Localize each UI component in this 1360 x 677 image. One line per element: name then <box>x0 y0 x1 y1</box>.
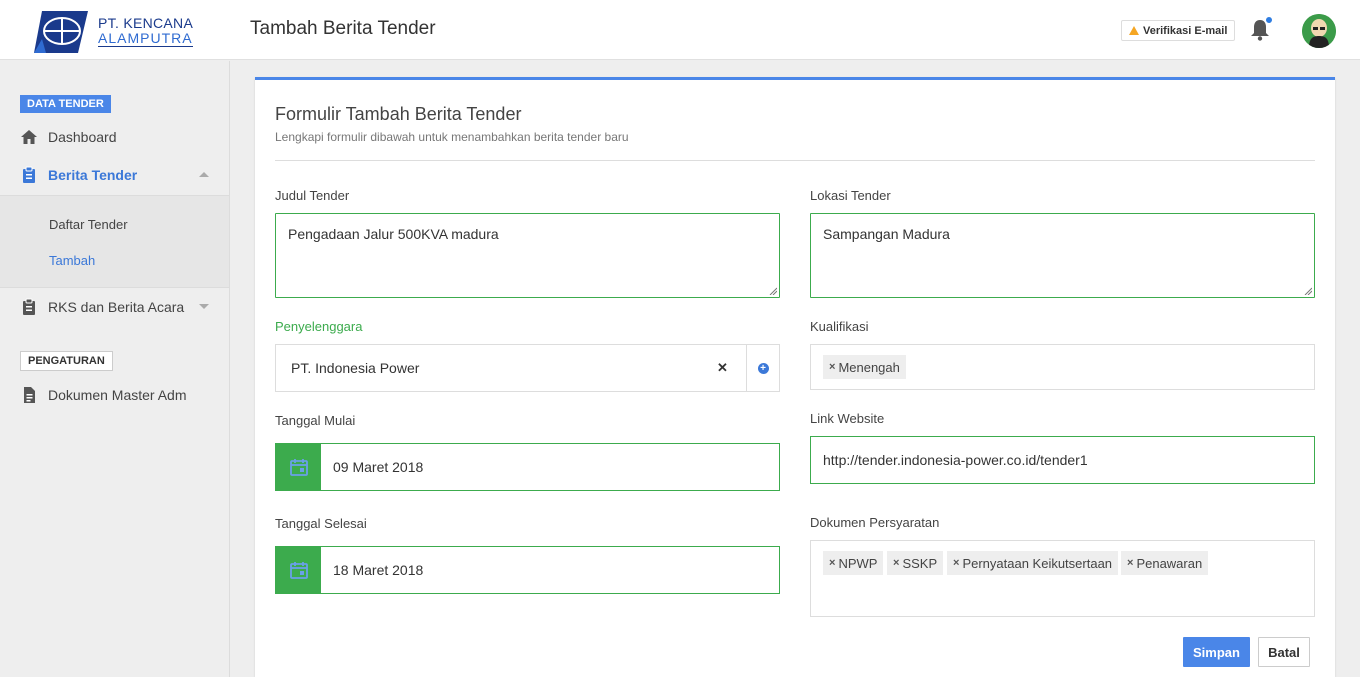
tag-chip: × SSKP <box>887 551 944 575</box>
sidebar-item-dokumen-master[interactable]: Dokumen Master Adm <box>0 377 229 413</box>
tag-label: NPWP <box>838 555 878 571</box>
dokumen-persyaratan-tag-input[interactable]: × NPWP × SSKP × Pernyataan Keikutsertaan… <box>810 540 1315 617</box>
sidebar-item-rks[interactable]: RKS dan Berita Acara <box>0 289 229 325</box>
top-bar: PT. KENCANA ALAMPUTRA Tambah Berita Tend… <box>0 0 1360 60</box>
tanggal-mulai-value: 09 Maret 2018 <box>333 459 424 475</box>
tanggal-mulai-label: Tanggal Mulai <box>275 413 356 428</box>
remove-tag-icon[interactable]: × <box>953 557 959 569</box>
avatar-icon <box>1302 14 1336 48</box>
save-button[interactable]: Simpan <box>1183 637 1250 667</box>
remove-tag-icon[interactable]: × <box>829 361 835 373</box>
clipboard-icon <box>20 166 38 184</box>
clipboard-icon <box>20 298 38 316</box>
section-label-data-tender: DATA TENDER <box>20 95 111 113</box>
form-title: Formulir Tambah Berita Tender <box>275 104 522 124</box>
company-logo[interactable]: PT. KENCANA ALAMPUTRA <box>32 9 202 55</box>
tanggal-selesai-input[interactable]: 18 Maret 2018 <box>275 546 780 594</box>
sidebar-item-dashboard[interactable]: Dashboard <box>0 119 229 155</box>
kualifikasi-label: Kualifikasi <box>810 319 869 334</box>
logo-line1: PT. KENCANA <box>98 15 194 31</box>
tanggal-mulai-input[interactable]: 09 Maret 2018 <box>275 443 780 491</box>
tag-label: Menengah <box>838 359 900 375</box>
remove-tag-icon[interactable]: × <box>893 557 899 569</box>
dokumen-persyaratan-label: Dokumen Persyaratan <box>810 515 940 530</box>
sidebar-item-daftar-tender[interactable]: Daftar Tender <box>49 217 128 232</box>
calendar-icon <box>276 444 321 490</box>
user-avatar[interactable] <box>1302 14 1336 48</box>
divider <box>275 160 1315 161</box>
sidebar-item-label: Dokumen Master Adm <box>48 387 187 403</box>
chevron-up-icon <box>199 172 209 177</box>
tag-chip: × Menengah <box>823 355 906 379</box>
penyelenggara-select[interactable]: PT. Indonesia Power ✕ + <box>275 344 780 392</box>
tag-chip: × Penawaran <box>1121 551 1209 575</box>
resize-grip-icon[interactable] <box>1304 287 1312 295</box>
document-icon <box>20 386 38 404</box>
link-website-input[interactable]: http://tender.indonesia-power.co.id/tend… <box>810 436 1315 484</box>
calendar-icon <box>276 547 321 593</box>
judul-tender-textarea[interactable]: Pengadaan Jalur 500KVA madura <box>275 213 780 298</box>
judul-tender-label: Judul Tender <box>275 188 350 203</box>
chevron-down-icon <box>199 304 209 309</box>
verify-email-button[interactable]: Verifikasi E-mail <box>1121 20 1236 41</box>
tag-chip: × NPWP <box>823 551 884 575</box>
penyelenggara-label: Penyelenggara <box>275 319 363 334</box>
sidebar-item-label: RKS dan Berita Acara <box>48 299 185 315</box>
notification-dot <box>1266 17 1272 23</box>
kualifikasi-tag-input[interactable]: × Menengah <box>810 344 1315 390</box>
page-title: Tambah Berita Tender <box>250 18 436 39</box>
berita-tender-submenu: Daftar Tender Tambah <box>0 195 229 288</box>
lokasi-tender-label: Lokasi Tender <box>810 188 891 203</box>
sidebar-item-label: Dashboard <box>48 129 117 145</box>
tag-label: Penawaran <box>1136 555 1203 571</box>
tanggal-selesai-value: 18 Maret 2018 <box>333 562 424 578</box>
logo-emblem-icon <box>34 11 88 53</box>
warning-icon <box>1129 26 1139 35</box>
lokasi-tender-value: Sampangan Madura <box>823 226 950 242</box>
logo-line2: ALAMPUTRA <box>98 30 194 47</box>
cancel-button[interactable]: Batal <box>1258 637 1310 667</box>
remove-tag-icon[interactable]: × <box>829 557 835 569</box>
judul-tender-value: Pengadaan Jalur 500KVA madura <box>288 226 499 242</box>
add-circle-icon: + <box>757 362 769 374</box>
tag-chip: × Pernyataan Keikutsertaan <box>947 551 1119 575</box>
sidebar-item-tambah[interactable]: Tambah <box>49 253 95 268</box>
section-label-pengaturan: PENGATURAN <box>20 351 113 371</box>
sidebar: DATA TENDER Dashboard Berita Tender Daft… <box>0 61 230 677</box>
lokasi-tender-textarea[interactable]: Sampangan Madura <box>810 213 1315 298</box>
clear-close-icon[interactable]: ✕ <box>717 360 728 376</box>
resize-grip-icon[interactable] <box>769 287 777 295</box>
link-website-value: http://tender.indonesia-power.co.id/tend… <box>823 452 1088 468</box>
tag-label: SSKP <box>902 555 938 571</box>
link-website-label: Link Website <box>810 411 885 426</box>
home-icon <box>20 128 38 146</box>
remove-tag-icon[interactable]: × <box>1127 557 1133 569</box>
verify-email-label: Verifikasi E-mail <box>1143 24 1228 37</box>
penyelenggara-value: PT. Indonesia Power <box>291 360 420 376</box>
tag-label: Pernyataan Keikutsertaan <box>962 555 1113 571</box>
sidebar-item-label: Berita Tender <box>48 167 138 183</box>
add-penyelenggara-button[interactable]: + <box>746 345 779 391</box>
sidebar-item-berita-tender[interactable]: Berita Tender <box>0 157 229 193</box>
form-subtitle: Lengkapi formulir dibawah untuk menambah… <box>275 130 629 144</box>
tanggal-selesai-label: Tanggal Selesai <box>275 516 367 531</box>
